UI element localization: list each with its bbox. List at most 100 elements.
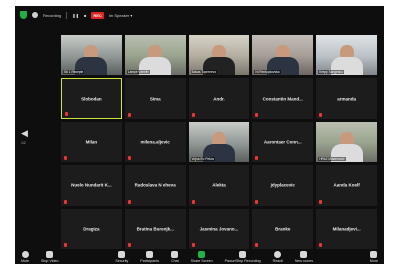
mic-muted-icon xyxy=(65,111,68,116)
reactions-icon xyxy=(274,251,282,258)
participant-name: Andr. xyxy=(213,96,225,102)
top-bar: Recording ❚❚ ■ REC Im Speaker ▾ xyxy=(15,6,384,24)
microphone-button[interactable]: Mute xyxy=(21,251,29,263)
participant-tile[interactable]: Bokas Toprenevo xyxy=(188,35,250,76)
participant-name: jdyplacevic xyxy=(270,182,295,188)
mic-muted-icon xyxy=(255,156,259,161)
meeting-toolbar: Mute Stop Video Security Participants Chat S… xyxy=(15,246,384,264)
recording-icon xyxy=(239,251,247,258)
participant-video-label: Vojna Eo Pekov xyxy=(190,157,216,162)
toolbar-label: New rooms xyxy=(294,259,313,263)
breakout-rooms-button[interactable]: New rooms xyxy=(295,251,313,263)
participant-grid: Sb 1 Recepte Lampe Vatrelle Bokas Toprenev… xyxy=(61,35,377,249)
stop-icon[interactable]: ■ xyxy=(84,13,86,18)
toolbar-label: Participants xyxy=(140,259,160,263)
participant-tile[interactable]: Sima xyxy=(124,78,186,119)
participant-tile[interactable]: Lampe Vatrelle xyxy=(124,35,186,76)
participant-name: Aarontaer Conn... xyxy=(263,139,302,145)
mic-muted-icon xyxy=(127,199,131,204)
info-icon[interactable] xyxy=(32,12,38,18)
participant-name: Jasmina Jovano... xyxy=(199,226,239,232)
rec-badge: REC xyxy=(91,11,104,19)
chat-icon xyxy=(171,251,179,258)
mic-muted-icon xyxy=(319,112,323,117)
participant-name: milena.aljevic xyxy=(140,139,170,145)
shield-icon[interactable] xyxy=(20,11,27,19)
participant-name: Branke xyxy=(275,226,291,232)
participant-tile[interactable]: Dragiza xyxy=(61,208,122,249)
mic-muted-icon xyxy=(191,199,195,204)
participant-video-label: Ni Rentupkovska xyxy=(254,70,281,75)
toolbar-label: Chat xyxy=(171,259,179,263)
mic-muted-icon xyxy=(255,199,259,204)
more-button[interactable]: More xyxy=(370,251,378,263)
participant-tile[interactable]: Andr. xyxy=(188,78,250,119)
mic-muted-icon xyxy=(319,199,323,204)
mic-muted-icon xyxy=(191,112,195,117)
participant-tile[interactable]: Aanda Koelf xyxy=(316,165,377,206)
toolbar-label: Share Screen xyxy=(190,259,213,263)
view-toggle[interactable]: Im Speaker ▾ xyxy=(109,13,133,18)
recording-status: Recording xyxy=(43,12,62,18)
participant-video-label: Sb 1 Recepte xyxy=(63,70,85,75)
toolbar-label: More xyxy=(369,259,378,263)
participant-name: Milanadjevi... xyxy=(332,226,361,232)
participant-tile[interactable]: Ni Rentupkovska xyxy=(252,35,314,76)
participant-tile[interactable]: milena.aljevic xyxy=(124,121,186,163)
participant-video-label: Krepp Sangesko xyxy=(318,70,344,75)
reactions-button[interactable]: Reacti xyxy=(273,251,283,263)
more-icon xyxy=(370,251,378,258)
shield-button[interactable]: Security xyxy=(115,251,128,263)
divider xyxy=(66,11,68,19)
participant-tile[interactable]: Aarontaer Conn... xyxy=(252,121,314,163)
participant-tile[interactable]: Vojna Eo Pekov xyxy=(188,121,250,163)
recording-button[interactable]: Pause/Stop Recording xyxy=(225,251,261,263)
participant-video-label: Bokas Toprenevo xyxy=(190,70,218,75)
toolbar-center: Security Participants Chat Share Screen Paus… xyxy=(115,251,313,263)
toolbar-label: Pause/Stop Recording xyxy=(224,259,261,263)
participants-button[interactable]: Participants xyxy=(140,251,159,263)
video-camera-button[interactable]: Stop Video xyxy=(41,251,59,263)
toolbar-label: Reacti xyxy=(272,259,283,263)
participant-tile[interactable]: Radoslava N eheva xyxy=(124,165,186,206)
participant-tile[interactable]: Nuelo Nundarit K... xyxy=(61,165,122,206)
prev-page-icon[interactable]: ◀ xyxy=(21,128,28,139)
mic-muted-icon xyxy=(64,199,67,204)
participant-tile[interactable]: Slobodan xyxy=(61,78,122,119)
mic-muted-icon xyxy=(255,112,259,117)
share-screen-icon xyxy=(198,251,206,258)
share-screen-button[interactable]: Share Screen xyxy=(191,251,213,263)
participant-tile[interactable]: Jasmina Jovano... xyxy=(188,208,250,249)
chat-button[interactable]: Chat xyxy=(171,251,179,263)
participant-name: Slobodan xyxy=(81,96,102,102)
participant-name: Sima xyxy=(149,96,161,102)
participant-name: Constantin Mand... xyxy=(262,96,303,102)
participant-tile[interactable]: Bratina Burenjk... xyxy=(124,208,186,249)
participant-name: Milan xyxy=(85,139,98,145)
participant-tile[interactable]: Constantin Mand... xyxy=(252,78,314,119)
participant-tile[interactable]: Krepp Sangesko xyxy=(316,35,377,76)
participant-name: Dragiza xyxy=(83,226,100,232)
participant-tile[interactable]: Sb 1 Recepte xyxy=(61,35,122,76)
mic-muted-icon xyxy=(127,112,131,117)
toolbar-label: Stop Video xyxy=(41,259,59,263)
toolbar-left: Mute Stop Video xyxy=(21,251,59,263)
participant-tile[interactable]: jdyplacevic xyxy=(252,165,314,206)
participant-video-label: Lampe Vatrelle xyxy=(126,70,150,75)
page-indicator: 1/2 xyxy=(21,141,26,145)
participant-tile[interactable]: armanda xyxy=(316,78,377,119)
participant-tile[interactable]: Branke xyxy=(252,208,314,249)
participant-tile[interactable]: Milan xyxy=(61,121,122,163)
participant-name: Nuelo Nundarit K... xyxy=(71,182,112,188)
participant-name: Alekta xyxy=(212,182,226,188)
mic-muted-icon xyxy=(64,156,67,161)
participant-tile[interactable]: Milanadjevi... xyxy=(316,208,377,249)
participant-name: Aanda Koelf xyxy=(333,182,360,188)
shield-icon xyxy=(118,251,126,258)
zoom-meeting-window: Recording ❚❚ ■ REC Im Speaker ▾ ◀ 1/2 Sb… xyxy=(15,6,384,264)
breakout-rooms-icon xyxy=(300,251,308,258)
pause-icon[interactable]: ❚❚ xyxy=(72,13,79,18)
participant-tile[interactable]: Alekta xyxy=(188,165,250,206)
toolbar-label: Mute xyxy=(21,259,29,263)
participant-tile[interactable]: HRbZ Mladenović xyxy=(316,121,377,163)
